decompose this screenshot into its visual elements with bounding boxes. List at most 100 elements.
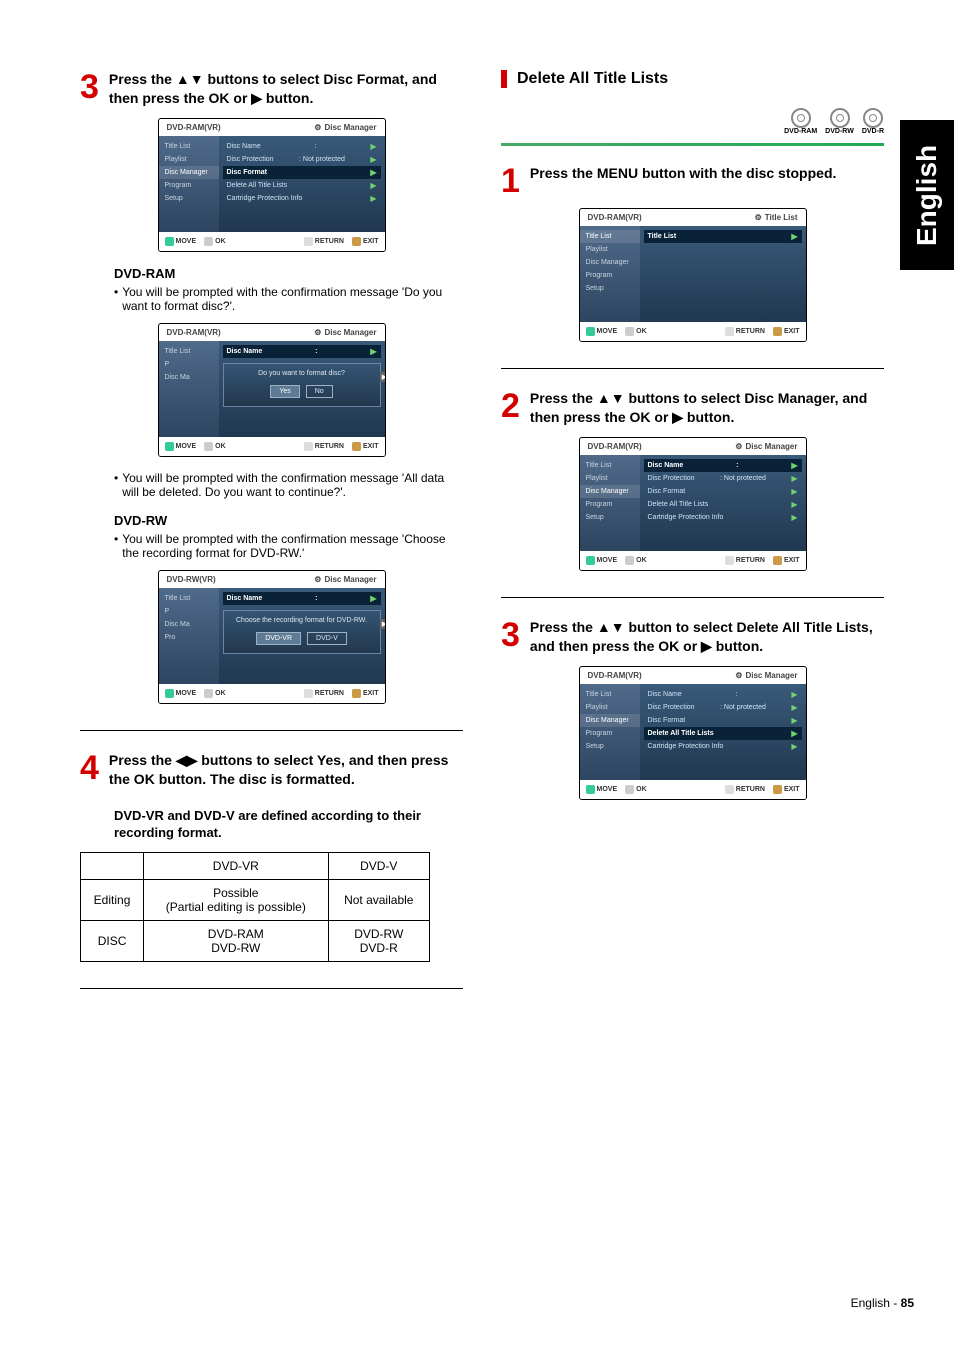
osd-row-val: : [736,462,738,469]
osd-content: Disc Name:▶ Disc Protection: Not protect… [640,684,806,780]
osd-row-val: : Not protected [720,475,766,482]
sidebar-item: Disc Manager [580,485,640,498]
osd-row-val: : [315,348,317,355]
step-number: 4 [80,751,99,789]
osd-choose-format: DVD-RW(VR) Disc Manager Title List P Dis… [158,570,386,704]
osd-header: Title List [755,213,798,222]
osd-sidebar: Title List P Disc Ma Pro [159,588,219,684]
footer-btn: MOVE [597,557,618,564]
footer-btn: RETURN [315,690,344,697]
osd-row-label: Disc Format [227,169,267,176]
osd-mode: DVD-RAM(VR) [167,328,221,337]
dialog-text: Choose the recording format for DVD-RW. [228,617,376,624]
osd-content: Title List▶ [640,226,806,322]
osd-row-label: Delete All Title Lists [227,182,288,189]
sidebar-item: Disc Manager [159,166,219,179]
arrow-icon: ▶ [370,155,376,164]
sidebar-item: Setup [580,282,640,295]
osd-header: Disc Manager [735,671,797,680]
dialog-text: Do you want to format disc? [228,370,376,377]
disc-badge: DVD-RW [825,108,854,135]
sidebar-item: Program [580,498,640,511]
arrow-icon: ▶ [370,142,376,151]
arrow-icon: ▶ [791,690,797,699]
osd-footer: MOVE OK RETURN EXIT [159,684,385,703]
footer-btn: EXIT [363,443,379,450]
arrow-icon: ▶ [370,168,376,177]
sidebar-item: Disc Manager [580,714,640,727]
osd-row-label: Disc Name [227,348,263,355]
subhead-dvdrw: DVD-RW [114,513,463,528]
osd-row-label: Cartridge Protection Info [227,195,303,202]
sidebar-item: P [159,605,219,618]
osd-sidebar: Title List Playlist Disc Manager Program… [580,455,640,551]
osd-row-val: : Not protected [299,156,345,163]
footer-btn: MOVE [176,238,197,245]
arrow-icon: ▶ [791,716,797,725]
step-text: Press the ◀▶ buttons to select Yes, and … [109,751,463,789]
sidebar-item: Title List [580,459,640,472]
table-cell: DISC [81,920,144,961]
step-number: 2 [501,389,520,427]
osd-sidebar: Title List Playlist Disc Manager Program… [159,136,219,232]
sidebar-item: Title List [159,345,219,358]
osd-content: Disc Name: ▶ ▶ Do you want to format disc… [219,341,385,437]
step-3-right: 3 Press the ▲▼ button to select Delete A… [501,618,884,656]
sidebar-item: Pro [159,631,219,644]
footer-btn: EXIT [784,557,800,564]
sidebar-item: Playlist [580,243,640,256]
sidebar-item: Setup [580,740,640,753]
osd-sidebar: Title List P Disc Ma [159,341,219,437]
footer-btn: OK [215,443,226,450]
badge-label: DVD-RAM [784,128,817,135]
dialog-dvdv-button: DVD-V [307,632,347,645]
table-cell: Editing [81,879,144,920]
osd-mode: DVD-RAM(VR) [167,123,221,132]
osd-row-label: Disc Name [648,462,684,469]
osd-disc-manager: DVD-RAM(VR) Disc Manager Title List Play… [579,437,807,571]
footer-btn: OK [636,786,647,793]
table-cell: DVD-RAM DVD-RW [144,920,328,961]
footer-btn: EXIT [363,690,379,697]
osd-row-label: Cartridge Protection Info [648,514,724,521]
footer-btn: OK [215,690,226,697]
disc-badge: DVD-RAM [784,108,817,135]
badge-label: DVD-R [862,128,884,135]
osd-mode: DVD-RAM(VR) [588,671,642,680]
osd-row-label: Cartridge Protection Info [648,743,724,750]
sidebar-item: Program [580,269,640,282]
osd-mode: DVD-RW(VR) [167,575,216,584]
table-cell: DVD-V [328,852,429,879]
table-cell: Not available [328,879,429,920]
arrow-icon: ▶ [791,474,797,483]
section-title: Delete All Title Lists [501,70,884,88]
sidebar-item: Playlist [159,153,219,166]
arrow-icon: ▶ [370,347,376,356]
osd-content: Disc Name:▶ Disc Protection: Not protect… [640,455,806,551]
osd-header: Disc Manager [314,123,376,132]
step-number: 1 [501,164,520,198]
step-3-left: 3 Press the ▲▼ buttons to select Disc Fo… [80,70,463,108]
osd-row-label: Delete All Title Lists [648,501,709,508]
arrow-icon: ▶ [791,729,797,738]
osd-footer: MOVE OK RETURN EXIT [580,780,806,799]
osd-header: Disc Manager [314,575,376,584]
osd-sidebar: Title List Playlist Disc Manager Program… [580,226,640,322]
format-table: DVD-VR DVD-V Editing Possible (Partial e… [80,852,430,962]
osd-mode: DVD-RAM(VR) [588,213,642,222]
osd-dialog: ▶ Do you want to format disc? Yes No [223,363,381,407]
step-2-right: 2 Press the ▲▼ buttons to select Disc Ma… [501,389,884,427]
arrow-icon: ▶ [791,461,797,470]
osd-header: Disc Manager [735,442,797,451]
dialog-dvdvr-button: DVD-VR [256,632,301,645]
osd-title-list: DVD-RAM(VR) Title List Title List Playli… [579,208,807,342]
footer-lang: English - [851,1296,901,1310]
sidebar-item: Title List [580,688,640,701]
sidebar-item: Title List [159,592,219,605]
bullet-text: You will be prompted with the confirmati… [114,532,463,560]
page-footer: English - 85 [851,1296,914,1310]
arrow-icon: ▶ [791,487,797,496]
osd-row-label: Disc Format [648,717,686,724]
left-column: 3 Press the ▲▼ buttons to select Disc Fo… [80,70,463,1009]
divider [501,368,884,369]
